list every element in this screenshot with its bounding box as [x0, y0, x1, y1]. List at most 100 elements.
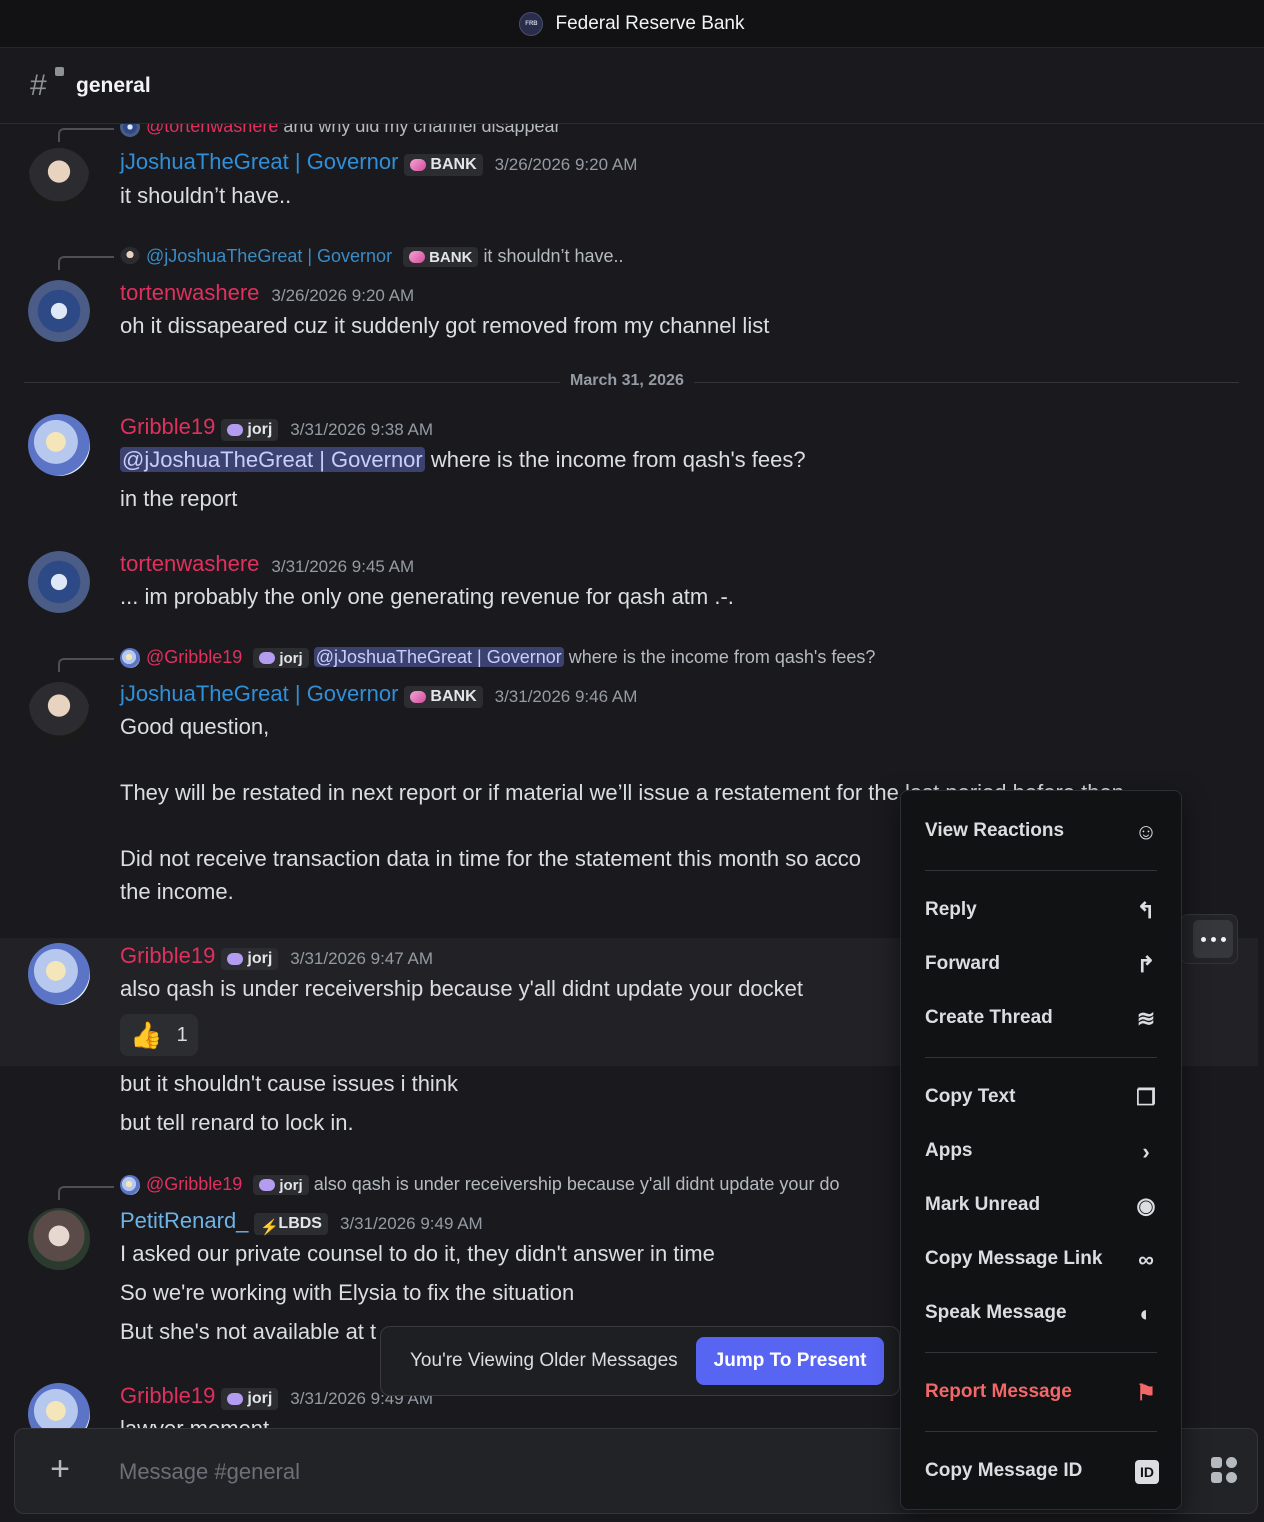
message-text: lawyer moment [120, 1416, 269, 1428]
message-text: But she's not available at t [120, 1319, 377, 1344]
reply-preview[interactable]: @Gribble19 jorj also qash is under recei… [120, 1174, 840, 1196]
username[interactable]: jJoshuaTheGreat | Governor [120, 149, 398, 174]
reply-preview[interactable]: @tortenwashere and why did my channel di… [120, 124, 561, 138]
message-text: @jJoshuaTheGreat | Governor where is the… [120, 447, 806, 472]
apps-icon[interactable] [1211, 1457, 1239, 1485]
reply-preview[interactable]: @Gribble19 jorj @jJoshuaTheGreat | Gover… [120, 647, 876, 669]
menu-item-copy-text[interactable]: Copy Text ❐ [909, 1074, 1173, 1120]
bank-icon [410, 158, 427, 171]
reply-connector [58, 128, 114, 142]
mark-unread-icon: ◉ [1136, 1193, 1156, 1218]
menu-divider [925, 870, 1157, 871]
message-text: it shouldn’t have.. [120, 183, 292, 208]
channel-header: # general [0, 49, 1264, 124]
message-header: jJoshuaTheGreat | Governor BANK 3/26/2026 … [120, 149, 637, 176]
reply-preview[interactable]: @jJoshuaTheGreat | Governor BANK it shou… [120, 246, 624, 268]
avatar[interactable] [28, 1383, 90, 1428]
avatar[interactable] [28, 682, 90, 744]
bank-icon [410, 690, 427, 703]
message-text: but tell renard to lock in. [120, 1110, 354, 1135]
role-badge[interactable]: jorj [221, 947, 279, 970]
message-text: ... im probably the only one generating … [120, 584, 734, 609]
message-text: oh it dissapeared cuz it suddenly got re… [120, 313, 770, 338]
reply-username[interactable]: @Gribble19 [146, 647, 242, 667]
role-badge[interactable]: ⚡ LBDS [254, 1212, 328, 1236]
menu-item-report-message[interactable]: Report Message ⚑ [909, 1369, 1173, 1415]
menu-item-apps[interactable]: Apps › [909, 1128, 1173, 1174]
server-title: Federal Reserve Bank [555, 12, 745, 34]
reply-connector [58, 256, 114, 270]
lightning-icon: ⚡ [260, 1218, 280, 1236]
reaction-count: 1 [176, 1023, 188, 1046]
menu-item-view-reactions[interactable]: View Reactions ☺ [909, 808, 1173, 854]
username[interactable]: jJoshuaTheGreat | Governor [120, 681, 398, 706]
timestamp: 3/26/2026 9:20 AM [271, 285, 415, 305]
menu-item-mark-unread[interactable]: Mark Unread ◉ [909, 1182, 1173, 1228]
role-badge[interactable]: BANK [404, 153, 483, 176]
add-attachment-button[interactable]: + [45, 1452, 75, 1486]
menu-item-speak-message[interactable]: Speak Message ◐ [909, 1290, 1173, 1336]
menu-item-copy-message-id[interactable]: Copy Message ID ID [909, 1448, 1173, 1494]
heart-icon [259, 652, 276, 665]
server-icon: FRB [519, 11, 544, 36]
message-text: the income. [120, 879, 234, 904]
message-actions-bar [1180, 914, 1238, 964]
reply-username[interactable]: @tortenwashere [146, 124, 278, 136]
jump-to-present-button[interactable]: Jump To Present [695, 1337, 885, 1385]
reply-avatar [120, 247, 140, 268]
copy-icon: ❐ [1136, 1085, 1156, 1110]
avatar[interactable] [28, 551, 90, 613]
reactions-icon: ☺ [1134, 819, 1158, 844]
heart-icon [227, 1392, 244, 1405]
username[interactable]: Gribble19 [120, 943, 215, 968]
reply-avatar [120, 124, 140, 138]
menu-item-forward[interactable]: Forward ↱ [909, 941, 1173, 987]
date-divider-label: March 31, 2026 [560, 372, 694, 390]
message-header: jJoshuaTheGreat | Governor BANK 3/31/2026 … [120, 681, 637, 708]
avatar[interactable] [28, 414, 90, 476]
thumbs-up-icon: 👍 [130, 1019, 163, 1050]
role-badge[interactable]: BANK [403, 247, 479, 268]
message-input[interactable] [119, 1455, 899, 1489]
role-badge[interactable]: jorj [253, 1175, 309, 1196]
thread-icon: ≋ [1136, 1006, 1156, 1031]
avatar[interactable] [28, 280, 90, 342]
user-mention[interactable]: @jJoshuaTheGreat | Governor [313, 647, 564, 667]
message-text: So we're working with Elysia to fix the … [120, 1280, 575, 1305]
reply-username[interactable]: @Gribble19 [146, 1174, 242, 1194]
menu-item-reply[interactable]: Reply ↰ [909, 887, 1173, 933]
speaker-icon: ◐ [1139, 1301, 1153, 1326]
username[interactable]: Gribble19 [120, 1383, 215, 1408]
reply-snippet: it shouldn’t have.. [483, 246, 624, 266]
message-text: also qash is under receivership because … [120, 976, 803, 1001]
reply-connector [58, 658, 114, 672]
reply-snippet: also qash is under receivership because … [313, 1174, 840, 1194]
role-badge[interactable]: jorj [221, 1387, 279, 1410]
timestamp: 3/31/2026 9:49 AM [339, 1213, 483, 1233]
role-badge[interactable]: jorj [221, 418, 279, 441]
reply-snippet: where is the income from qash's fees? [568, 647, 876, 667]
reaction-thumbs-up[interactable]: 👍 1 [120, 1014, 198, 1056]
older-messages-bar: You're Viewing Older Messages Jump To Pr… [380, 1326, 900, 1396]
avatar[interactable] [28, 1208, 90, 1270]
reply-avatar [120, 1175, 140, 1196]
heart-icon [227, 423, 244, 436]
message-text: but it shouldn't cause issues i think [120, 1071, 459, 1096]
username[interactable]: Gribble19 [120, 414, 215, 439]
message-header: Gribble19 jorj 3/31/2026 9:47 AM [120, 943, 433, 970]
username[interactable]: tortenwashere [120, 280, 259, 305]
avatar[interactable] [28, 943, 90, 1005]
username[interactable]: tortenwashere [120, 551, 259, 576]
user-mention[interactable]: @jJoshuaTheGreat | Governor [120, 447, 425, 472]
reply-username[interactable]: @jJoshuaTheGreat | Governor [146, 246, 392, 266]
username[interactable]: PetitRenard_ [120, 1208, 248, 1233]
avatar[interactable] [28, 148, 90, 210]
message-text: in the report [120, 486, 238, 511]
role-badge[interactable]: jorj [253, 648, 309, 669]
menu-item-copy-message-link[interactable]: Copy Message Link ∞ [909, 1236, 1173, 1282]
menu-item-create-thread[interactable]: Create Thread ≋ [909, 995, 1173, 1041]
message-text: Did not receive transaction data in time… [120, 846, 862, 871]
role-badge[interactable]: BANK [404, 685, 483, 708]
heart-icon [259, 1179, 276, 1192]
more-options-button[interactable] [1193, 920, 1233, 958]
